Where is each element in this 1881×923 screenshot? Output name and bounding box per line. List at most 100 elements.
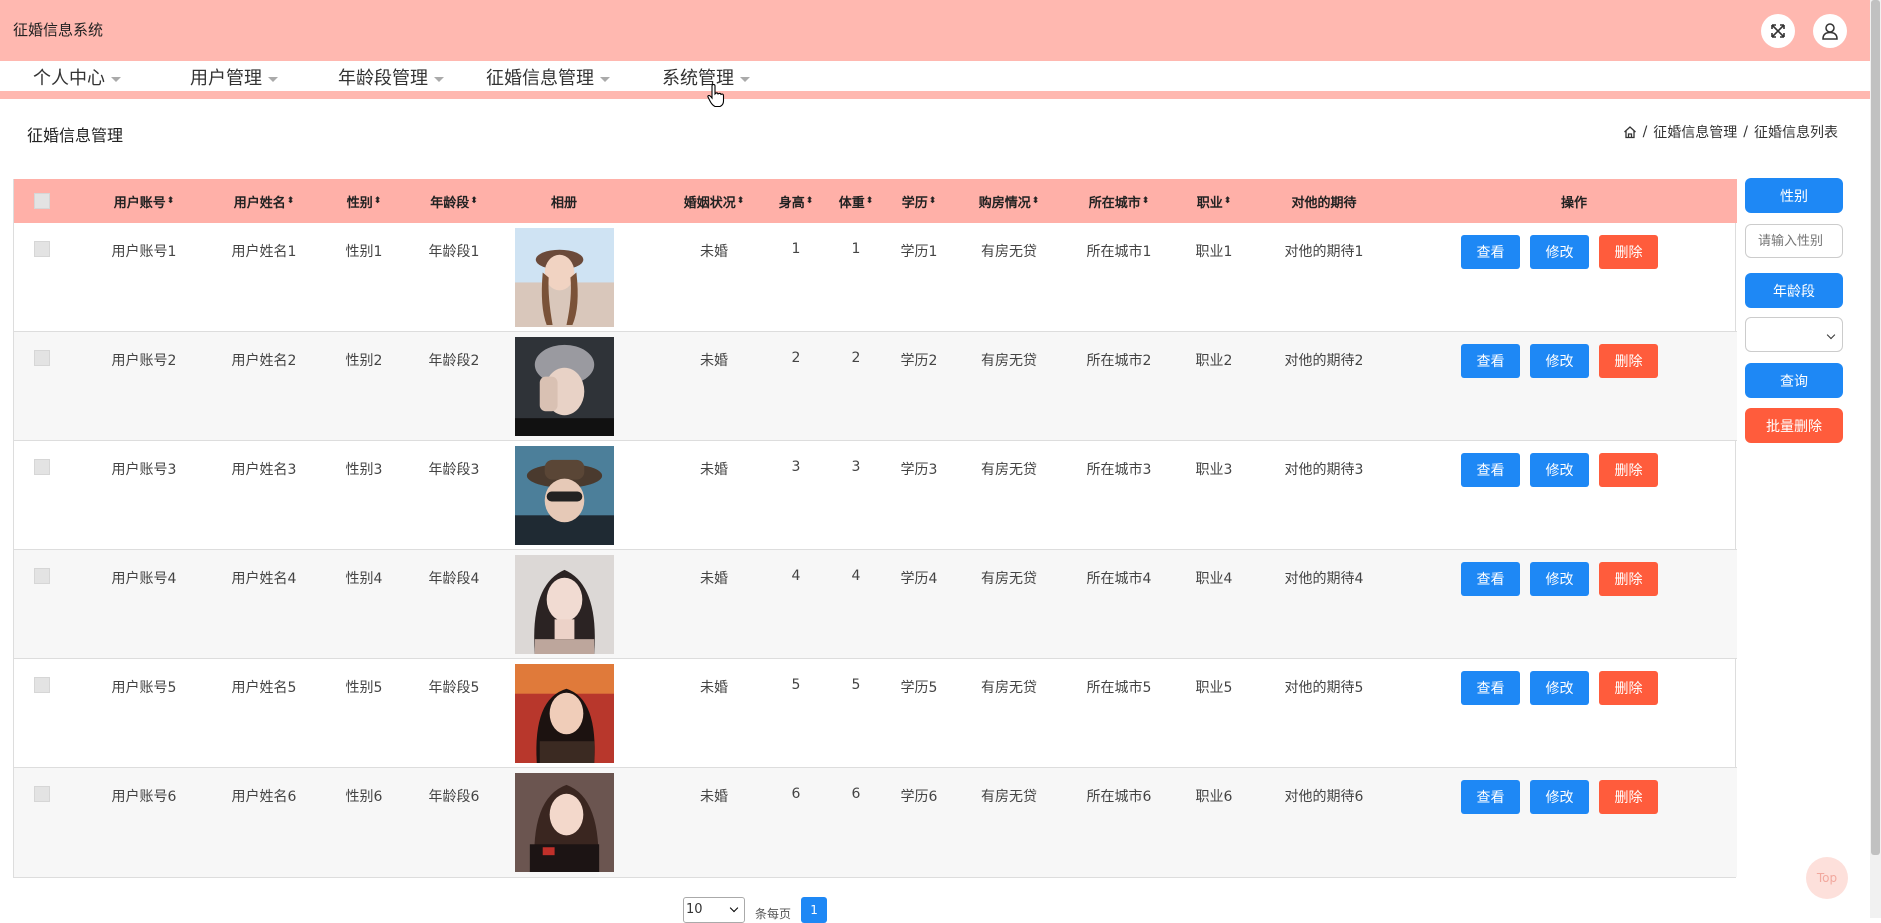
page-size-select[interactable]: 10 (683, 897, 745, 923)
sort-icon: ⬍ (470, 196, 478, 206)
cell-age-group: 年龄段3 (428, 462, 480, 478)
column-header-weight[interactable]: 体重 ⬍ (828, 179, 884, 223)
row-checkbox[interactable] (34, 677, 50, 693)
column-header-education[interactable]: 学历 ⬍ (884, 179, 954, 223)
edit-button[interactable]: 修改 (1530, 780, 1589, 814)
gender-filter-input[interactable] (1745, 224, 1843, 258)
view-button[interactable]: 查看 (1461, 453, 1520, 487)
page-number-current[interactable]: 1 (801, 897, 828, 923)
gender-filter-label[interactable]: 性别 (1745, 178, 1843, 213)
cell-education: 学历6 (900, 789, 938, 805)
batch-delete-button[interactable]: 批量删除 (1745, 408, 1843, 443)
cell-name: 用户姓名1 (231, 244, 297, 260)
cell-job: 职业4 (1195, 571, 1233, 587)
cell-name: 用户姓名2 (231, 353, 297, 369)
cell-job: 职业6 (1195, 789, 1233, 805)
row-checkbox[interactable] (34, 568, 50, 584)
caret-down-icon (434, 76, 444, 82)
album-photo[interactable] (515, 228, 614, 327)
nav-item-user-management[interactable]: 用户管理 (190, 64, 278, 90)
album-photo[interactable] (515, 664, 614, 763)
sort-icon: ⬍ (373, 196, 382, 206)
edit-button[interactable]: 修改 (1530, 235, 1589, 269)
age-group-filter-label[interactable]: 年龄段 (1745, 273, 1843, 308)
album-photo[interactable] (515, 337, 614, 436)
column-header-housing[interactable]: 购房情况 ⬍ (954, 179, 1064, 223)
delete-button[interactable]: 删除 (1599, 671, 1658, 705)
select-all-checkbox[interactable] (34, 193, 50, 209)
view-button[interactable]: 查看 (1461, 562, 1520, 596)
cell-marital-status: 未婚 (700, 353, 728, 369)
search-button[interactable]: 查询 (1745, 363, 1843, 398)
delete-button[interactable]: 删除 (1599, 344, 1658, 378)
nav-item-matchmaking-management[interactable]: 征婚信息管理 (486, 64, 610, 90)
user-menu-button[interactable] (1813, 14, 1847, 48)
back-to-top-button[interactable]: Top (1806, 857, 1848, 899)
cell-city: 所在城市3 (1086, 462, 1152, 478)
caret-down-icon (111, 76, 121, 82)
view-button[interactable]: 查看 (1461, 344, 1520, 378)
home-icon[interactable] (1623, 125, 1637, 139)
row-checkbox[interactable] (34, 786, 50, 802)
page-scrollbar[interactable] (1870, 0, 1881, 918)
view-button[interactable]: 查看 (1461, 671, 1520, 705)
nav-divider (0, 91, 1870, 99)
cell-job: 职业2 (1195, 353, 1233, 369)
delete-button[interactable]: 删除 (1599, 453, 1658, 487)
cell-gender: 性别2 (345, 353, 383, 369)
edit-button[interactable]: 修改 (1530, 562, 1589, 596)
column-header-account[interactable]: 用户账号 ⬍ (84, 179, 204, 223)
cell-height: 5 (791, 677, 801, 693)
column-header-job[interactable]: 职业 ⬍ (1174, 179, 1254, 223)
view-button[interactable]: 查看 (1461, 780, 1520, 814)
row-checkbox[interactable] (34, 459, 50, 475)
view-button[interactable]: 查看 (1461, 235, 1520, 269)
sort-icon: ⬍ (1141, 196, 1150, 206)
cell-housing: 有房无贷 (981, 680, 1037, 696)
age-group-select[interactable] (1745, 317, 1843, 352)
edit-button[interactable]: 修改 (1530, 453, 1589, 487)
column-header-gender[interactable]: 性别 ⬍ (324, 179, 404, 223)
page-title: 征婚信息管理 (27, 126, 124, 145)
edit-button[interactable]: 修改 (1530, 671, 1589, 705)
cell-age-group: 年龄段4 (428, 571, 480, 587)
album-photo[interactable] (515, 773, 614, 872)
column-header-expectation: 对他的期待 (1254, 179, 1394, 223)
nav-item-system-management[interactable]: 系统管理 (662, 64, 750, 90)
cell-account: 用户账号3 (111, 462, 177, 478)
cell-weight: 2 (851, 350, 861, 366)
column-header-name[interactable]: 用户姓名 ⬍ (204, 179, 324, 223)
cell-weight: 4 (851, 568, 861, 584)
column-header-marital-status[interactable]: 婚姻状况 ⬍ (664, 179, 764, 223)
album-photo[interactable] (515, 555, 614, 654)
sort-icon: ⬍ (286, 196, 295, 206)
sort-icon: ⬍ (865, 196, 874, 206)
cell-height: 1 (791, 241, 801, 257)
column-title: 身高 (778, 195, 805, 211)
sort-icon: ⬍ (928, 196, 937, 206)
nav-item-age-group-management[interactable]: 年龄段管理 (338, 64, 444, 90)
column-header-height[interactable]: 身高 ⬍ (764, 179, 828, 223)
cell-housing: 有房无贷 (981, 789, 1037, 805)
album-photo[interactable] (515, 446, 614, 545)
cell-gender: 性别3 (345, 462, 383, 478)
scrollbar-thumb[interactable] (1871, 0, 1880, 855)
cell-housing: 有房无贷 (981, 244, 1037, 260)
delete-button[interactable]: 删除 (1599, 562, 1658, 596)
delete-button[interactable]: 删除 (1599, 235, 1658, 269)
table-row: 用户账号1 用户姓名1 性别1 年龄段1 未婚 1 1 学历1 有房无贷 所在城… (14, 223, 1737, 332)
cell-marital-status: 未婚 (700, 244, 728, 260)
column-header-age-group[interactable]: 年龄段 ⬍ (404, 179, 504, 223)
top-header: 征婚信息系统 (0, 0, 1870, 61)
delete-button[interactable]: 删除 (1599, 780, 1658, 814)
edit-button[interactable]: 修改 (1530, 344, 1589, 378)
row-checkbox[interactable] (34, 241, 50, 257)
breadcrumb-level1[interactable]: 征婚信息管理 (1653, 122, 1737, 142)
column-header-city[interactable]: 所在城市 ⬍ (1064, 179, 1174, 223)
fullscreen-button[interactable] (1761, 14, 1795, 48)
sort-icon: ⬍ (805, 196, 814, 206)
cell-expectation: 对他的期待1 (1284, 244, 1364, 260)
cell-expectation: 对他的期待6 (1284, 789, 1364, 805)
row-checkbox[interactable] (34, 350, 50, 366)
nav-item-personal-center[interactable]: 个人中心 (33, 64, 121, 90)
